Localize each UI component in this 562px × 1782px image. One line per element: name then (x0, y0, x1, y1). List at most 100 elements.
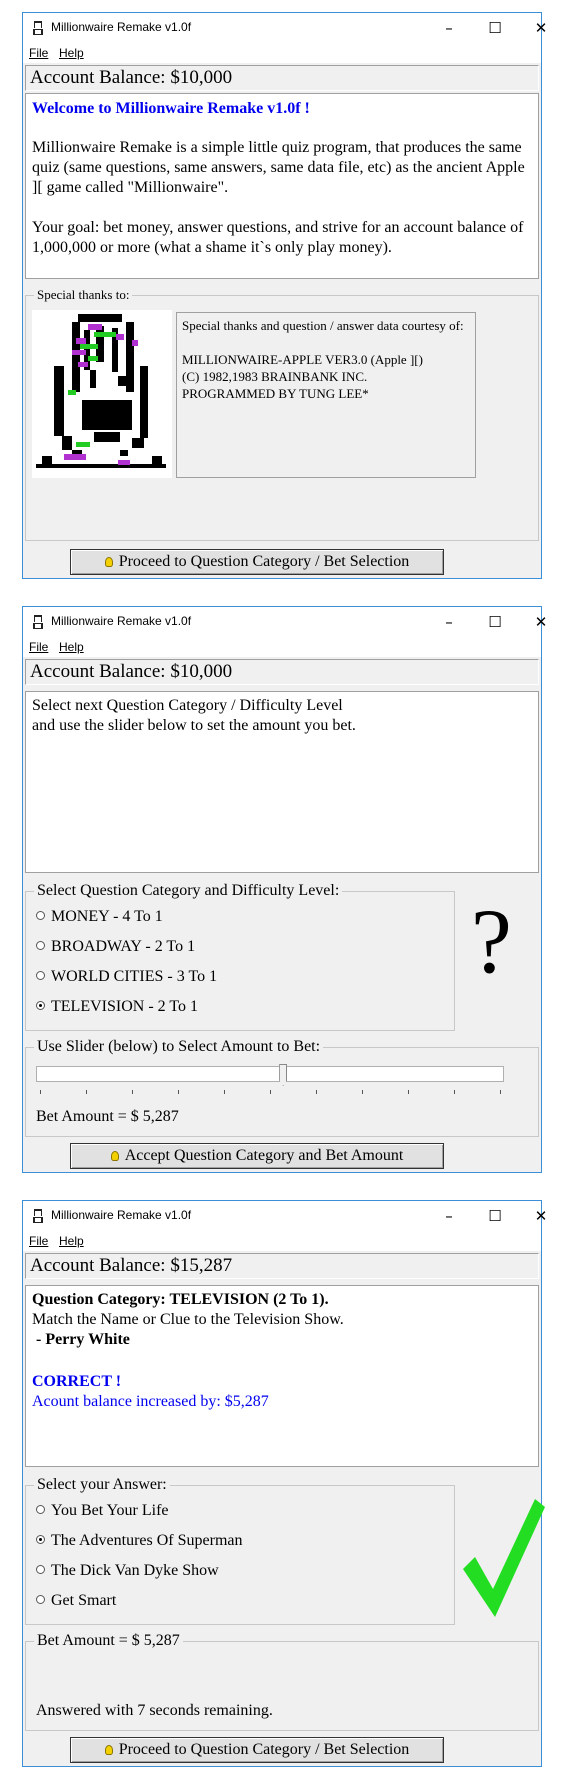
bet-slider[interactable] (36, 1062, 528, 1102)
radio-button-selected-icon (36, 1001, 45, 1010)
radio-button-selected-icon (36, 1535, 45, 1544)
slider-tick (132, 1090, 133, 1094)
close-icon[interactable]: ✕ (521, 611, 561, 633)
slider-tick (408, 1090, 409, 1094)
question-category-line: Question Category: TELEVISION (2 To 1). (32, 1291, 329, 1308)
proceed-button-label: Proceed to Question Category / Bet Selec… (118, 1741, 410, 1758)
close-icon[interactable]: ✕ (521, 17, 561, 39)
window-title: Millionwaire Remake v1.0f (51, 1208, 192, 1222)
lightbulb-icon (104, 1745, 113, 1755)
category-radio-broadway[interactable]: BROADWAY - 2 To 1 (36, 938, 195, 956)
minimize-icon[interactable]: – (429, 611, 469, 633)
window-welcome: Millionwaire Remake v1.0f – ☐ ✕ File Hel… (22, 12, 547, 579)
minimize-icon[interactable]: – (429, 17, 469, 39)
radio-button-icon (36, 941, 45, 950)
credits-line1: Special thanks and question / answer dat… (182, 318, 464, 333)
slider-tick (178, 1090, 179, 1094)
app-icon (33, 21, 43, 35)
credits-line3: (C) 1982,1983 BRAINBANK INC. (182, 369, 368, 384)
category-legend: Select Question Category and Difficulty … (34, 882, 343, 900)
credits-line4: PROGRAMMED BY TUNG LEE* (182, 386, 369, 401)
category-radio-television[interactable]: TELEVISION - 2 To 1 (36, 998, 198, 1016)
slider-track (36, 1066, 504, 1082)
answer-radio-4[interactable]: Get Smart (36, 1592, 116, 1610)
accept-button-label: Accept Question Category and Bet Amount (124, 1147, 404, 1164)
minimize-icon[interactable]: – (429, 1205, 469, 1227)
balance-increase-text: Acount balance increased by: $5,287 (32, 1393, 269, 1410)
radio-button-icon (36, 1565, 45, 1574)
slider-tick (362, 1090, 363, 1094)
account-balance: Account Balance: $15,287 (25, 1253, 539, 1279)
credits-textbox: Special thanks and question / answer dat… (176, 312, 476, 478)
slider-group: Use Slider (below) to Select Amount to B… (25, 1038, 539, 1137)
category-radio-money[interactable]: MONEY - 4 To 1 (36, 908, 163, 926)
instructions-textbox[interactable]: Select next Question Category / Difficul… (25, 691, 539, 873)
window-question-result: Millionwaire Remake v1.0f – ☐ ✕ File Hel… (22, 1200, 547, 1767)
menu-file[interactable]: File (29, 640, 48, 654)
question-clue: - Perry White (32, 1331, 130, 1348)
answer-radio-1[interactable]: You Bet Your Life (36, 1502, 169, 1520)
answer-legend: Select your Answer: (34, 1476, 170, 1494)
menu-help[interactable]: Help (59, 1234, 84, 1248)
app-icon (33, 615, 43, 629)
thanks-legend: Special thanks to: (34, 287, 133, 303)
maximize-icon[interactable]: ☐ (475, 1205, 515, 1227)
proceed-button[interactable]: Proceed to Question Category / Bet Selec… (70, 1737, 444, 1763)
welcome-heading: Welcome to Millionwaire Remake v1.0f ! (32, 100, 310, 117)
slider-tick (224, 1090, 225, 1094)
slider-tick (40, 1090, 41, 1094)
close-icon[interactable]: ✕ (521, 1205, 561, 1227)
question-mark-icon: ? (471, 890, 512, 992)
title-bar[interactable]: Millionwaire Remake v1.0f – ☐ ✕ (23, 13, 547, 43)
slider-tick (270, 1090, 271, 1094)
welcome-textbox[interactable]: Welcome to Millionwaire Remake v1.0f ! M… (25, 93, 539, 279)
question-text: Match the Name or Clue to the Television… (32, 1311, 344, 1328)
radio-button-icon (36, 1505, 45, 1514)
goal-paragraph: Your goal: bet money, answer questions, … (32, 219, 524, 256)
thanks-group: Special thanks to: Special thanks and qu… (25, 287, 539, 541)
slider-legend: Use Slider (below) to Select Amount to B… (34, 1038, 324, 1056)
answer-radio-3[interactable]: The Dick Van Dyke Show (36, 1562, 219, 1580)
answer-group: Select your Answer: You Bet Your Life Th… (25, 1476, 455, 1625)
bet-amount-group: Bet Amount = $ 5,287 Answered with 7 sec… (25, 1632, 539, 1731)
menu-file[interactable]: File (29, 1234, 48, 1248)
menu-bar: File Help (23, 43, 541, 63)
category-radio-world-cities[interactable]: WORLD CITIES - 3 To 1 (36, 968, 217, 986)
slider-ticks (36, 1090, 504, 1096)
checkmark-icon (463, 1499, 545, 1617)
proceed-button-label: Proceed to Question Category / Bet Selec… (118, 553, 410, 570)
instructions-line2: and use the slider below to set the amou… (32, 717, 356, 734)
maximize-icon[interactable]: ☐ (475, 611, 515, 633)
title-bar[interactable]: Millionwaire Remake v1.0f – ☐ ✕ (23, 1201, 547, 1231)
proceed-button[interactable]: Proceed to Question Category / Bet Selec… (70, 549, 444, 575)
result-text: CORRECT ! (32, 1373, 122, 1390)
bet-amount-legend: Bet Amount = $ 5,287 (34, 1632, 183, 1650)
slider-tick (500, 1090, 501, 1094)
lightbulb-icon (104, 557, 113, 567)
accept-button[interactable]: Accept Question Category and Bet Amount (70, 1143, 444, 1169)
menu-file[interactable]: File (29, 46, 48, 60)
app-icon (33, 1209, 43, 1223)
time-remaining-text: Answered with 7 seconds remaining. (36, 1702, 273, 1719)
window-category-select: Millionwaire Remake v1.0f – ☐ ✕ File Hel… (22, 606, 547, 1173)
account-balance: Account Balance: $10,000 (25, 659, 539, 685)
menu-help[interactable]: Help (59, 46, 84, 60)
account-balance: Account Balance: $10,000 (25, 65, 539, 91)
menu-bar: File Help (23, 637, 541, 657)
maximize-icon[interactable]: ☐ (475, 17, 515, 39)
radio-button-icon (36, 1595, 45, 1604)
radio-button-icon (36, 911, 45, 920)
category-group: Select Question Category and Difficulty … (25, 882, 455, 1031)
answer-radio-2[interactable]: The Adventures Of Superman (36, 1532, 243, 1550)
menu-bar: File Help (23, 1231, 541, 1251)
slider-thumb[interactable] (279, 1064, 288, 1086)
radio-button-icon (36, 971, 45, 980)
menu-help[interactable]: Help (59, 640, 84, 654)
question-textbox[interactable]: Question Category: TELEVISION (2 To 1). … (25, 1285, 539, 1467)
credits-line2: MILLIONWAIRE-APPLE VER3.0 (Apple ][) (182, 352, 423, 367)
window-title: Millionwaire Remake v1.0f (51, 20, 192, 34)
title-bar[interactable]: Millionwaire Remake v1.0f – ☐ ✕ (23, 607, 547, 637)
programmer-portrait-image (32, 310, 172, 478)
lightbulb-icon (110, 1151, 119, 1161)
instructions-line1: Select next Question Category / Difficul… (32, 697, 343, 714)
